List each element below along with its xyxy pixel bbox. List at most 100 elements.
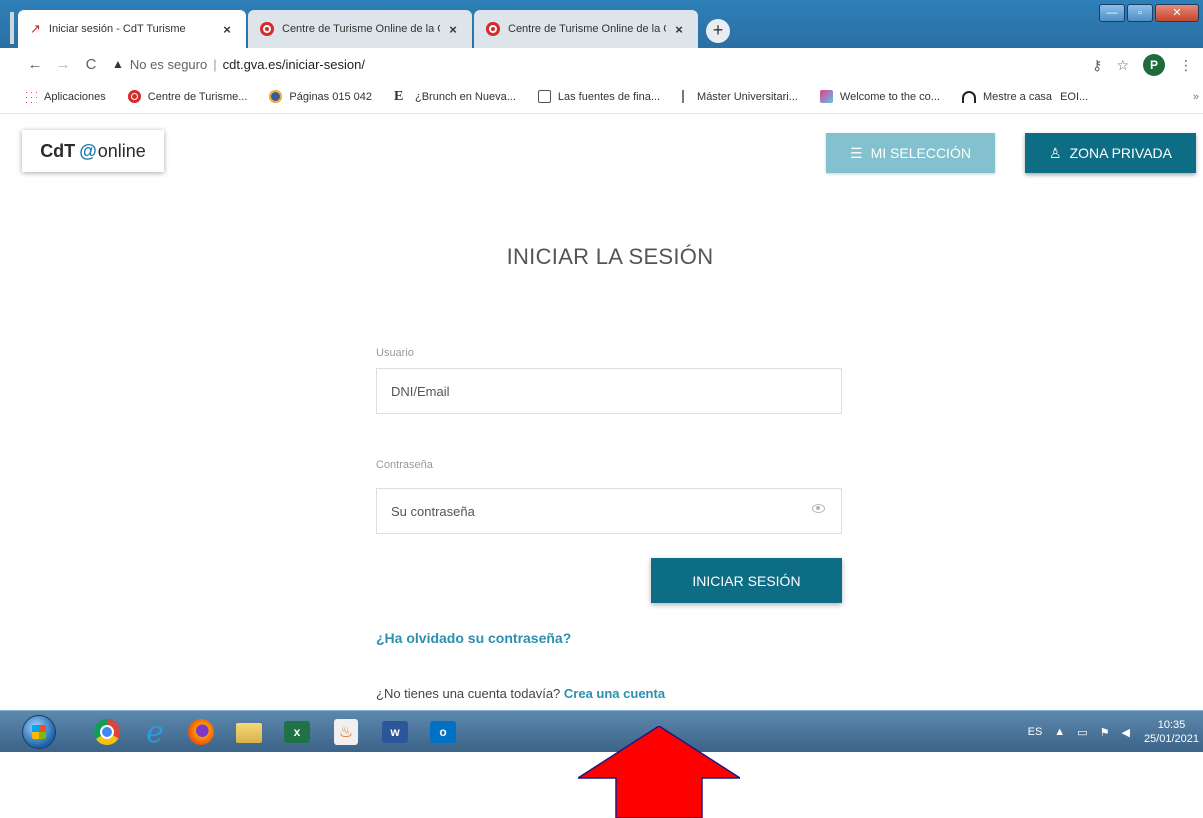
minimize-icon[interactable]: — [1099, 4, 1125, 22]
bookmark-label: ¿Brunch en Nueva... [415, 90, 516, 103]
bookmark-eoi[interactable]: EOI... [1060, 91, 1088, 103]
tab-centre-turisme-1[interactable]: Centre de Turisme Online de la G × [248, 10, 472, 48]
mi-seleccion-button[interactable]: ☰ MI SELECCIÓN [826, 133, 995, 173]
no-account-prompt: ¿No tienes una cuenta todavía? [376, 686, 564, 701]
profile-avatar[interactable]: P [1143, 54, 1165, 76]
user-icon: ♙ [1049, 144, 1062, 161]
bookmark-label: Páginas 015 042 [289, 90, 372, 103]
window-controls: — ▫ ✕ [1099, 4, 1199, 22]
new-tab-button[interactable]: + [706, 19, 730, 43]
key-icon[interactable]: ⚷ [1092, 57, 1102, 74]
apps-icon [24, 90, 37, 103]
fork-favicon-icon [682, 90, 690, 103]
bookmark-label: EOI... [1060, 90, 1089, 103]
globe-favicon-icon [269, 90, 283, 103]
mi-seleccion-label: MI SELECCIÓN [870, 145, 971, 161]
kebab-menu-icon[interactable]: ⋮ [1179, 57, 1193, 74]
windows-start-icon[interactable] [22, 715, 56, 749]
tab-close-icon[interactable]: × [220, 22, 234, 37]
forward-arrow-icon[interactable]: → [52, 56, 74, 73]
chrome-taskbar-icon[interactable] [94, 719, 120, 745]
outlook-taskbar-icon[interactable]: o [430, 721, 456, 743]
tab-iniciar-sesion[interactable]: ↗ Iniciar sesión - CdT Turisme × [18, 10, 246, 48]
forgot-password-link[interactable]: ¿Ha olvidado su contraseña? [376, 630, 571, 646]
bookmark-mestre[interactable]: Mestre a casa [961, 90, 1053, 103]
address-bar[interactable]: ▲ No es seguro | cdt.gva.es/iniciar-sesi… [112, 57, 365, 72]
house-favicon-icon [961, 90, 976, 103]
bookmark-fuentes[interactable]: Las fuentes de fina... [537, 90, 661, 103]
back-arrow-icon[interactable]: ← [24, 56, 46, 73]
cdt-favicon-icon [127, 90, 141, 103]
bookmark-paginas[interactable]: Páginas 015 042 [269, 90, 372, 103]
cdt-online-logo[interactable]: CdT @ online [22, 130, 164, 172]
tab-title: Iniciar sesión - CdT Turisme [48, 23, 186, 35]
clock-date: 25/01/2021 [1143, 733, 1199, 745]
contrasena-input[interactable] [376, 488, 842, 534]
usuario-label: Usuario [376, 347, 414, 359]
page-title: INICIAR LA SESIÓN [506, 244, 714, 269]
contrasena-label: Contraseña [376, 459, 433, 471]
zona-privada-label: ZONA PRIVADA [1069, 145, 1172, 161]
bookmark-brunch[interactable]: E ¿Brunch en Nueva... [394, 89, 516, 105]
document-favicon-icon [537, 90, 551, 103]
tab-centre-turisme-2[interactable]: Centre de Turisme Online de la G × [474, 10, 698, 48]
red-up-arrow-icon [578, 726, 740, 818]
language-indicator[interactable]: ES [1028, 726, 1043, 738]
loading-favicon-icon: ↗ [30, 21, 41, 36]
zona-privada-button[interactable]: ♙ ZONA PRIVADA [1025, 133, 1196, 173]
pink-favicon-icon [819, 90, 833, 103]
url-text: cdt.gva.es/iniciar-sesion/ [222, 56, 365, 72]
file-explorer-taskbar-icon[interactable] [236, 723, 262, 743]
browser-tab-strip: ↗ Iniciar sesión - CdT Turisme × Centre … [0, 0, 1203, 48]
cdt-favicon-icon [486, 22, 500, 36]
reload-icon[interactable]: C [80, 56, 102, 73]
bookmark-label: Centre de Turisme... [147, 90, 248, 103]
star-icon[interactable]: ☆ [1116, 57, 1129, 74]
show-hidden-icons-icon[interactable]: ▲ [1054, 726, 1065, 738]
bookmark-label: Las fuentes de fina... [557, 90, 661, 103]
iniciar-sesion-button[interactable]: INICIAR SESIÓN [651, 558, 842, 603]
logo-at-icon: @ [79, 140, 97, 161]
excel-taskbar-icon[interactable]: x [284, 721, 310, 743]
close-window-icon[interactable]: ✕ [1155, 4, 1199, 22]
e-favicon-icon: E [394, 88, 404, 104]
toolbar-actions: ⚷ ☆ P ⋮ [1092, 54, 1193, 76]
logo-cdt: CdT [40, 140, 76, 161]
bookmark-label: Mestre a casa [982, 90, 1053, 103]
browser-toolbar: ← → C ▲ No es seguro | cdt.gva.es/inicia… [0, 48, 1203, 80]
tab-title: Centre de Turisme Online de la G [508, 23, 666, 35]
tab-close-icon[interactable]: × [446, 22, 460, 37]
word-taskbar-icon[interactable]: w [382, 721, 408, 743]
bookmark-label: Welcome to the co... [839, 90, 940, 103]
display-icon[interactable]: ▭ [1077, 726, 1087, 739]
logo-online: online [97, 140, 146, 161]
create-account-link[interactable]: Crea una cuenta [564, 686, 665, 701]
system-clock[interactable]: 10:35 25/01/2021 [1144, 718, 1199, 746]
bookmark-master[interactable]: Máster Universitari... [682, 90, 798, 103]
bookmark-label: Máster Universitari... [697, 90, 798, 103]
firefox-taskbar-icon[interactable] [188, 719, 214, 745]
maximize-icon[interactable]: ▫ [1127, 4, 1153, 22]
insecure-label: No es seguro [129, 56, 208, 72]
bookmark-centre-turisme[interactable]: Centre de Turisme... [127, 90, 248, 103]
tab-strip-edge [10, 12, 14, 44]
tab-close-icon[interactable]: × [672, 22, 686, 37]
bookmark-welcome[interactable]: Welcome to the co... [819, 90, 940, 103]
cdt-favicon-icon [260, 22, 274, 36]
java-taskbar-icon[interactable]: ♨ [334, 719, 358, 745]
bookmarks-bar: Aplicaciones Centre de Turisme... Página… [0, 80, 1203, 114]
warning-triangle-icon[interactable]: ▲ [112, 57, 124, 71]
show-password-eye-icon[interactable] [812, 504, 825, 513]
internet-explorer-taskbar-icon[interactable]: e [138, 715, 172, 750]
clock-time: 10:35 [1157, 719, 1186, 731]
more-bookmarks-icon[interactable]: » [1193, 91, 1199, 103]
address-separator: | [213, 56, 217, 72]
system-tray: ES ▲ ▭ ⚑ ◀ 10:35 25/01/2021 [1016, 711, 1199, 753]
bookmark-label: Aplicaciones [44, 90, 106, 103]
list-icon: ☰ [850, 144, 863, 161]
volume-icon[interactable]: ◀ [1121, 726, 1129, 739]
bookmark-apps[interactable]: Aplicaciones [24, 90, 106, 103]
usuario-input[interactable] [376, 368, 842, 414]
flag-icon[interactable]: ⚑ [1100, 726, 1110, 739]
tab-title: Centre de Turisme Online de la G [282, 23, 440, 35]
